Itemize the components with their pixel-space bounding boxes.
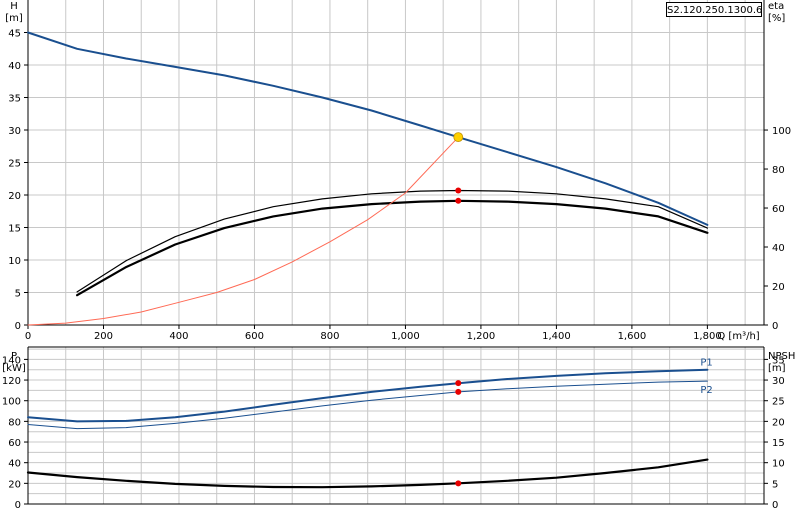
head-efficiency-plot: 0 5 10 15 20 25 30 35 40 45 0 20 40 60 80 100 H[m] eta[%]… bbox=[5, 0, 791, 342]
y-tick-label-left: 80 bbox=[8, 417, 21, 428]
y-axis-title-left: P bbox=[11, 351, 17, 362]
y-tick-label-right: 15 bbox=[772, 438, 785, 449]
y-tick-label-right: 80 bbox=[772, 165, 785, 176]
y-axis-title-right: eta bbox=[768, 1, 784, 12]
y-tick-label-left: 25 bbox=[8, 159, 21, 170]
y-axis-unit-left: [m] bbox=[5, 13, 23, 24]
y-tick-label-left: 10 bbox=[8, 256, 21, 267]
pump-performance-chart: 051015202530354045020406080100H[m]eta[%]… bbox=[2, 0, 795, 511]
y-tick-label-right: 0 bbox=[772, 500, 778, 511]
y-tick-label-left: 0 bbox=[15, 321, 21, 332]
y-tick-label-right: 5 bbox=[772, 479, 778, 490]
x-tick-label: 0 bbox=[25, 331, 31, 342]
x-tick-label: 1,000 bbox=[391, 331, 420, 342]
y-tick-label-left: 35 bbox=[8, 94, 21, 105]
operating-point-marker bbox=[455, 380, 462, 387]
y-tick-label-left: 15 bbox=[8, 224, 21, 235]
pump-model-label: S2.120.250.1300.6. bbox=[666, 2, 762, 17]
y-tick-label-right: 20 bbox=[772, 417, 785, 428]
y-tick-label-right: 40 bbox=[772, 243, 785, 254]
x-tick-label: 200 bbox=[94, 331, 113, 342]
x-tick-label: 1,400 bbox=[542, 331, 571, 342]
y-axis-unit-left: [kW] bbox=[2, 363, 26, 374]
y-axis-unit-right: [%] bbox=[768, 13, 785, 24]
y-tick-label-left: 60 bbox=[8, 438, 21, 449]
y-tick-label-right: 100 bbox=[772, 126, 791, 137]
y-tick-label-left: 20 bbox=[8, 191, 21, 202]
y-tick-label-right: 10 bbox=[772, 459, 785, 470]
x-tick-label: 400 bbox=[169, 331, 188, 342]
x-tick-label: 1,200 bbox=[467, 331, 496, 342]
x-tick-label: 800 bbox=[320, 331, 339, 342]
series-line-head-efficiency-2 bbox=[75, 199, 709, 297]
series-label-p1: P1 bbox=[700, 358, 712, 369]
y-tick-label-left: 120 bbox=[2, 376, 21, 387]
y-tick-label-right: 25 bbox=[772, 397, 785, 408]
operating-point-marker bbox=[455, 388, 462, 395]
y-axis-title-left: H bbox=[10, 1, 18, 12]
y-tick-label-left: 30 bbox=[8, 126, 21, 137]
operating-point-marker bbox=[455, 480, 462, 487]
x-tick-label: 600 bbox=[245, 331, 264, 342]
y-axis-title-right: NPSH bbox=[768, 351, 795, 362]
y-tick-label-left: 45 bbox=[8, 29, 21, 40]
y-tick-label-right: 0 bbox=[772, 321, 778, 332]
x-tick-label: 1,600 bbox=[618, 331, 647, 342]
series-label-p2: P2 bbox=[700, 385, 712, 396]
y-tick-label-left: 0 bbox=[15, 500, 21, 511]
y-tick-label-right: 30 bbox=[772, 376, 785, 387]
y-axis-unit-right: [m] bbox=[768, 363, 786, 374]
y-tick-label-left: 20 bbox=[8, 479, 21, 490]
operating-point-marker bbox=[455, 197, 462, 204]
y-tick-label-left: 40 bbox=[8, 459, 21, 470]
y-tick-label-left: 40 bbox=[8, 61, 21, 72]
x-axis-title: Q [m³/h] bbox=[717, 331, 759, 342]
power-npsh-plot: 02040608010012014005101520253035P[kW]NPS… bbox=[2, 346, 795, 511]
y-tick-label-right: 60 bbox=[772, 204, 785, 215]
y-tick-label-left: 100 bbox=[2, 397, 21, 408]
series-line-head-efficiency-3 bbox=[27, 136, 459, 326]
operating-point-marker bbox=[453, 132, 464, 143]
y-tick-label-left: 5 bbox=[15, 289, 21, 300]
series-line-head-efficiency-1 bbox=[76, 189, 709, 293]
operating-point-marker bbox=[455, 187, 462, 194]
y-tick-label-right: 20 bbox=[772, 282, 785, 293]
